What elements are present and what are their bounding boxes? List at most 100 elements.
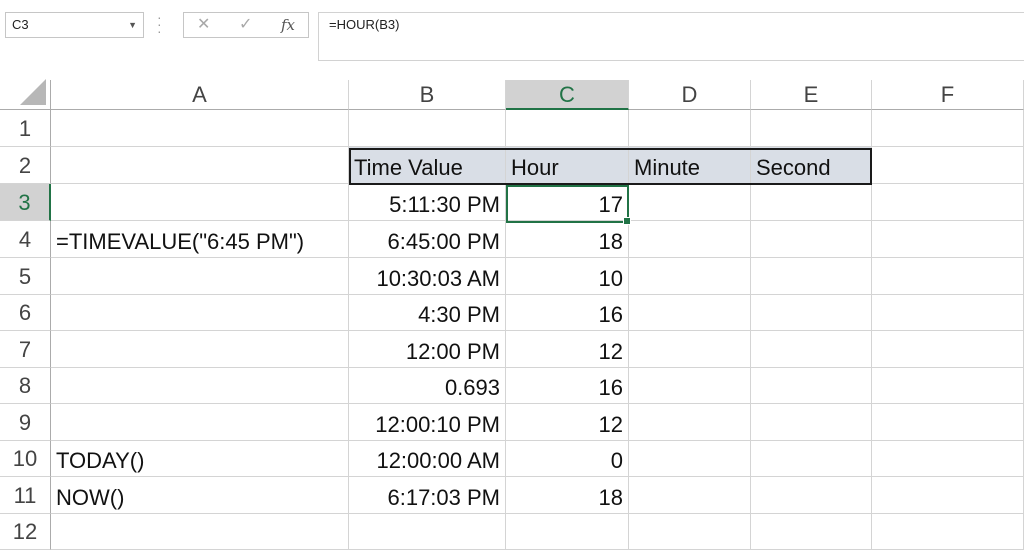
cell-c4[interactable]: 18 [506, 221, 629, 258]
cell-e4[interactable] [751, 221, 872, 258]
cell-e6[interactable] [751, 295, 872, 331]
row-header-10[interactable]: 10 [0, 441, 51, 477]
column-header-e[interactable]: E [751, 80, 872, 110]
cell-d2[interactable]: Minute [629, 147, 751, 184]
cell-e12[interactable] [751, 514, 872, 550]
cell-f10[interactable] [872, 441, 1024, 477]
cell-e2[interactable]: Second [751, 147, 872, 184]
cell-e8[interactable] [751, 368, 872, 404]
cell-b10[interactable]: 12:00:00 AM [349, 441, 506, 477]
cell-b4[interactable]: 6:45:00 PM [349, 221, 506, 258]
column-header-c[interactable]: C [506, 80, 629, 110]
cell-b5[interactable]: 10:30:03 AM [349, 258, 506, 295]
cell-c11[interactable]: 18 [506, 477, 629, 514]
cell-a8[interactable] [51, 368, 349, 404]
row-header-2[interactable]: 2 [0, 147, 51, 184]
cell-d1[interactable] [629, 110, 751, 147]
row-header-1[interactable]: 1 [0, 110, 51, 147]
drag-handle-icon[interactable]: · · · [157, 10, 162, 38]
cell-c8[interactable]: 16 [506, 368, 629, 404]
row-header-8[interactable]: 8 [0, 368, 51, 404]
cell-d8[interactable] [629, 368, 751, 404]
cell-f6[interactable] [872, 295, 1024, 331]
cell-d5[interactable] [629, 258, 751, 295]
cell-f1[interactable] [872, 110, 1024, 147]
row-header-9[interactable]: 9 [0, 404, 51, 441]
cell-a11[interactable]: NOW() [51, 477, 349, 514]
cell-f5[interactable] [872, 258, 1024, 295]
row-header-7[interactable]: 7 [0, 331, 51, 368]
cell-d7[interactable] [629, 331, 751, 368]
column-header-f[interactable]: F [872, 80, 1024, 110]
cell-e3[interactable] [751, 184, 872, 221]
cell-c10[interactable]: 0 [506, 441, 629, 477]
cell-c9[interactable]: 12 [506, 404, 629, 441]
cell-b3[interactable]: 5:11:30 PM [349, 184, 506, 221]
cell-b1[interactable] [349, 110, 506, 147]
cell-e10[interactable] [751, 441, 872, 477]
cell-a3[interactable] [51, 184, 349, 221]
cell-d4[interactable] [629, 221, 751, 258]
formula-input[interactable]: =HOUR(B3) [318, 12, 1024, 61]
cell-a5[interactable] [51, 258, 349, 295]
insert-function-icon[interactable]: fx [281, 13, 295, 37]
cell-c6[interactable]: 16 [506, 295, 629, 331]
row-header-5[interactable]: 5 [0, 258, 51, 295]
cell-b9[interactable]: 12:00:10 PM [349, 404, 506, 441]
name-box[interactable]: C3 ▼ [5, 12, 144, 38]
cell-c7[interactable]: 12 [506, 331, 629, 368]
cell-a1[interactable] [51, 110, 349, 147]
row-header-3[interactable]: 3 [0, 184, 51, 221]
row-header-6[interactable]: 6 [0, 295, 51, 331]
chevron-down-icon[interactable]: ▼ [128, 13, 137, 37]
cell-a10[interactable]: TODAY() [51, 441, 349, 477]
cell-b8[interactable]: 0.693 [349, 368, 506, 404]
cell-c5[interactable]: 10 [506, 258, 629, 295]
cell-c12[interactable] [506, 514, 629, 550]
cell-a12[interactable] [51, 514, 349, 550]
cell-d6[interactable] [629, 295, 751, 331]
cell-d11[interactable] [629, 477, 751, 514]
cell-a6[interactable] [51, 295, 349, 331]
cell-f8[interactable] [872, 368, 1024, 404]
cell-b11[interactable]: 6:17:03 PM [349, 477, 506, 514]
cancel-icon[interactable]: ✕ [197, 13, 210, 37]
cell-a2[interactable] [51, 147, 349, 184]
enter-icon[interactable]: ✓ [239, 13, 252, 37]
cell-f12[interactable] [872, 514, 1024, 550]
cell-f4[interactable] [872, 221, 1024, 258]
column-header-a[interactable]: A [51, 80, 349, 110]
cell-d9[interactable] [629, 404, 751, 441]
cell-d12[interactable] [629, 514, 751, 550]
column-header-d[interactable]: D [629, 80, 751, 110]
cell-c1[interactable] [506, 110, 629, 147]
formula-buttons: ✕ ✓ fx [183, 12, 309, 38]
column-header-b[interactable]: B [349, 80, 506, 110]
cell-f3[interactable] [872, 184, 1024, 221]
name-box-value: C3 [12, 17, 29, 32]
cell-b2[interactable]: Time Value [349, 147, 506, 184]
cell-c2[interactable]: Hour [506, 147, 629, 184]
cell-c3[interactable]: 17 [506, 184, 629, 221]
row-header-12[interactable]: 12 [0, 514, 51, 550]
cell-a7[interactable] [51, 331, 349, 368]
cell-b6[interactable]: 4:30 PM [349, 295, 506, 331]
row-header-11[interactable]: 11 [0, 477, 51, 514]
cell-b12[interactable] [349, 514, 506, 550]
cell-e5[interactable] [751, 258, 872, 295]
cell-b7[interactable]: 12:00 PM [349, 331, 506, 368]
cell-d3[interactable] [629, 184, 751, 221]
cell-a4[interactable]: =TIMEVALUE("6:45 PM") [51, 221, 349, 258]
cell-e9[interactable] [751, 404, 872, 441]
cell-e7[interactable] [751, 331, 872, 368]
cell-f2[interactable] [872, 147, 1024, 184]
cell-e1[interactable] [751, 110, 872, 147]
cell-f9[interactable] [872, 404, 1024, 441]
select-all-corner[interactable] [0, 79, 51, 110]
row-header-4[interactable]: 4 [0, 221, 51, 258]
cell-e11[interactable] [751, 477, 872, 514]
cell-f11[interactable] [872, 477, 1024, 514]
cell-f7[interactable] [872, 331, 1024, 368]
cell-d10[interactable] [629, 441, 751, 477]
cell-a9[interactable] [51, 404, 349, 441]
